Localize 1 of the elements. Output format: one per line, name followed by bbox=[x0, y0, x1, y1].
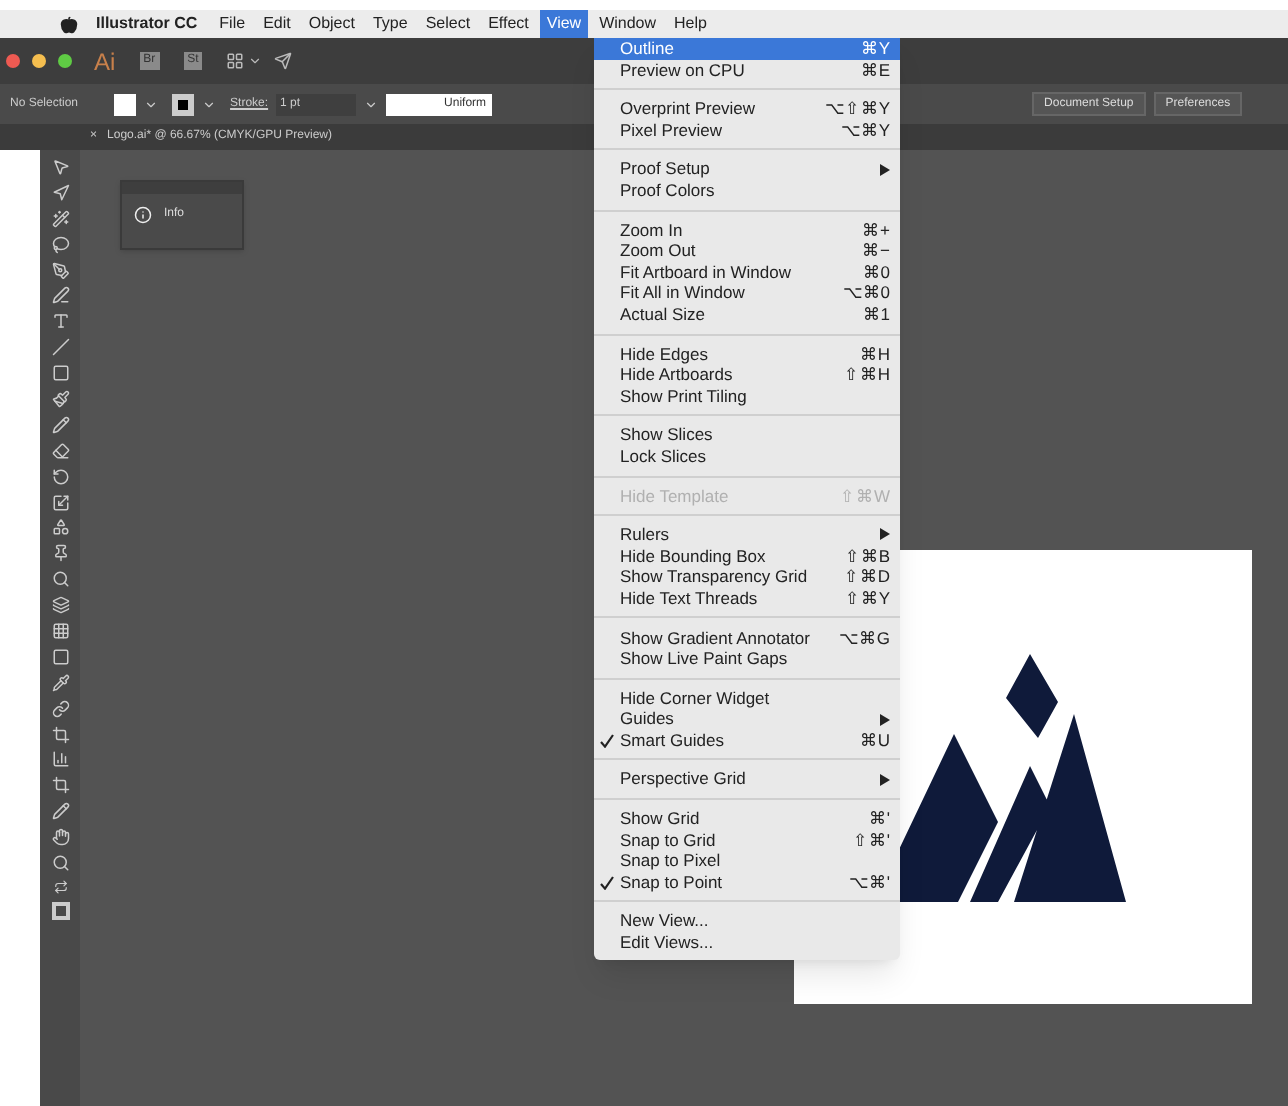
app-logo: Ai bbox=[94, 45, 116, 79]
